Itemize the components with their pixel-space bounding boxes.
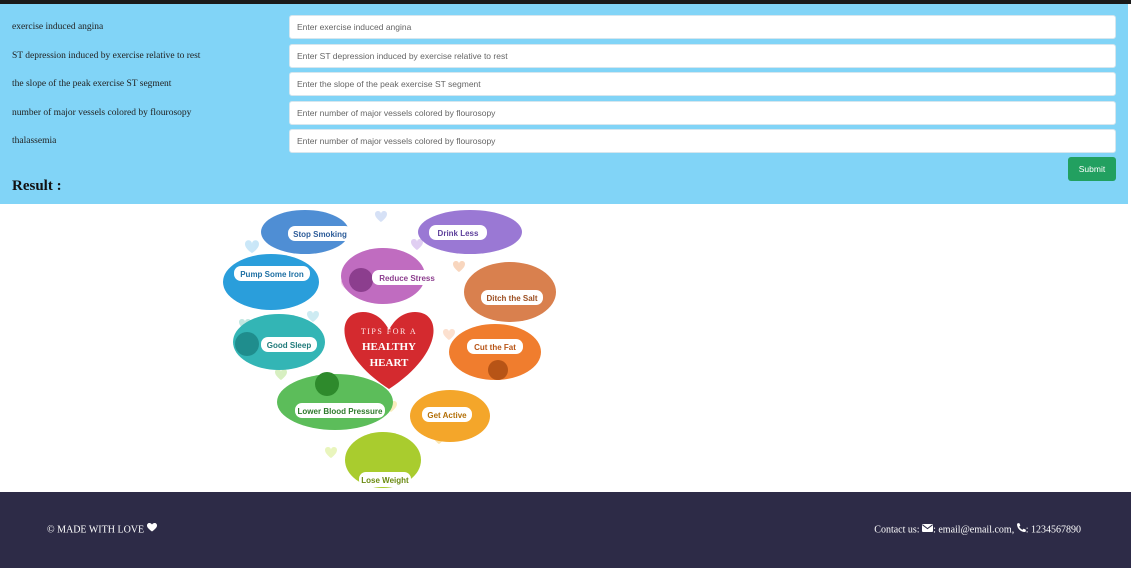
- field-label-oldpeak: ST depression induced by exercise relati…: [12, 51, 201, 61]
- tip-good-sleep: Good Sleep: [233, 314, 325, 370]
- thal-input[interactable]: Enter number of major vessels colored by…: [289, 129, 1116, 153]
- slope-input[interactable]: Enter the slope of the peak exercise ST …: [289, 72, 1116, 96]
- tip-stop-smoking: Stop Smoking: [261, 210, 352, 254]
- result-heading: Result :: [12, 178, 62, 194]
- tip-get-active: Get Active: [410, 390, 490, 442]
- tip-label: Good Sleep: [267, 341, 312, 350]
- tip-ditch-salt: Ditch the Salt: [464, 262, 556, 322]
- tip-label: Ditch the Salt: [486, 294, 537, 303]
- tip-lose-weight: Lose Weight: [345, 432, 421, 488]
- field-label-slope: the slope of the peak exercise ST segmen…: [12, 79, 172, 89]
- tip-label: Drink Less: [438, 229, 479, 238]
- form-row-thal: thalassemia Enter number of major vessel…: [0, 129, 1128, 153]
- exang-input[interactable]: Enter exercise induced angina: [289, 15, 1116, 39]
- contact-phone[interactable]: : 1234567890: [1026, 524, 1081, 535]
- submit-button[interactable]: Submit: [1068, 157, 1116, 181]
- tip-pump-iron: Pump Some Iron: [223, 254, 319, 310]
- healthy-heart-infographic: Stop Smoking Drink Less Pump Some Iron R…: [215, 204, 563, 492]
- tip-label: Pump Some Iron: [240, 270, 304, 279]
- tip-label: Get Active: [427, 411, 467, 420]
- heart-tips-image: Stop Smoking Drink Less Pump Some Iron R…: [223, 210, 556, 488]
- prediction-form: exercise induced angina Enter exercise i…: [0, 4, 1131, 204]
- tip-reduce-stress: Reduce Stress: [341, 248, 442, 304]
- tip-lower-blood-pressure: Lower Blood Pressure: [277, 372, 393, 430]
- tip-label: Reduce Stress: [379, 274, 435, 283]
- form-row-oldpeak: ST depression induced by exercise relati…: [0, 44, 1128, 68]
- oldpeak-input[interactable]: Enter ST depression induced by exercise …: [289, 44, 1116, 68]
- heart-icon: [146, 492, 157, 568]
- field-label-exang: exercise induced angina: [12, 22, 104, 32]
- tip-label: Stop Smoking: [293, 230, 347, 239]
- site-footer: © MADE WITH LOVE Contact us: : email@ema…: [0, 492, 1131, 568]
- form-row-exang: exercise induced angina Enter exercise i…: [0, 15, 1128, 39]
- phone-icon: [1016, 492, 1026, 568]
- tip-drink-less: Drink Less: [418, 210, 522, 254]
- form-row-slope: the slope of the peak exercise ST segmen…: [0, 72, 1128, 96]
- footer-credit: © MADE WITH LOVE: [47, 492, 157, 568]
- tip-label: Lose Weight: [361, 476, 409, 485]
- tip-cut-fat: Cut the Fat: [449, 324, 541, 380]
- center-title-line3: HEART: [370, 357, 409, 369]
- center-title-line2: HEALTHY: [362, 341, 416, 353]
- contact-label: Contact us:: [874, 524, 920, 536]
- tip-label: Cut the Fat: [474, 343, 516, 352]
- envelope-icon: [922, 492, 934, 568]
- field-label-thal: thalassemia: [12, 136, 57, 146]
- contact-email[interactable]: : email@email.com,: [933, 524, 1014, 535]
- made-with-love-text: © MADE WITH LOVE: [47, 524, 145, 536]
- ca-input[interactable]: Enter number of major vessels colored by…: [289, 101, 1116, 125]
- field-label-ca: number of major vessels colored by flour…: [12, 108, 192, 118]
- footer-contact: Contact us: : email@email.com, : 1234567…: [874, 492, 1081, 568]
- center-title-line1: TIPS FOR A: [361, 327, 417, 336]
- tip-label: Lower Blood Pressure: [298, 407, 383, 416]
- form-row-ca: number of major vessels colored by flour…: [0, 101, 1128, 125]
